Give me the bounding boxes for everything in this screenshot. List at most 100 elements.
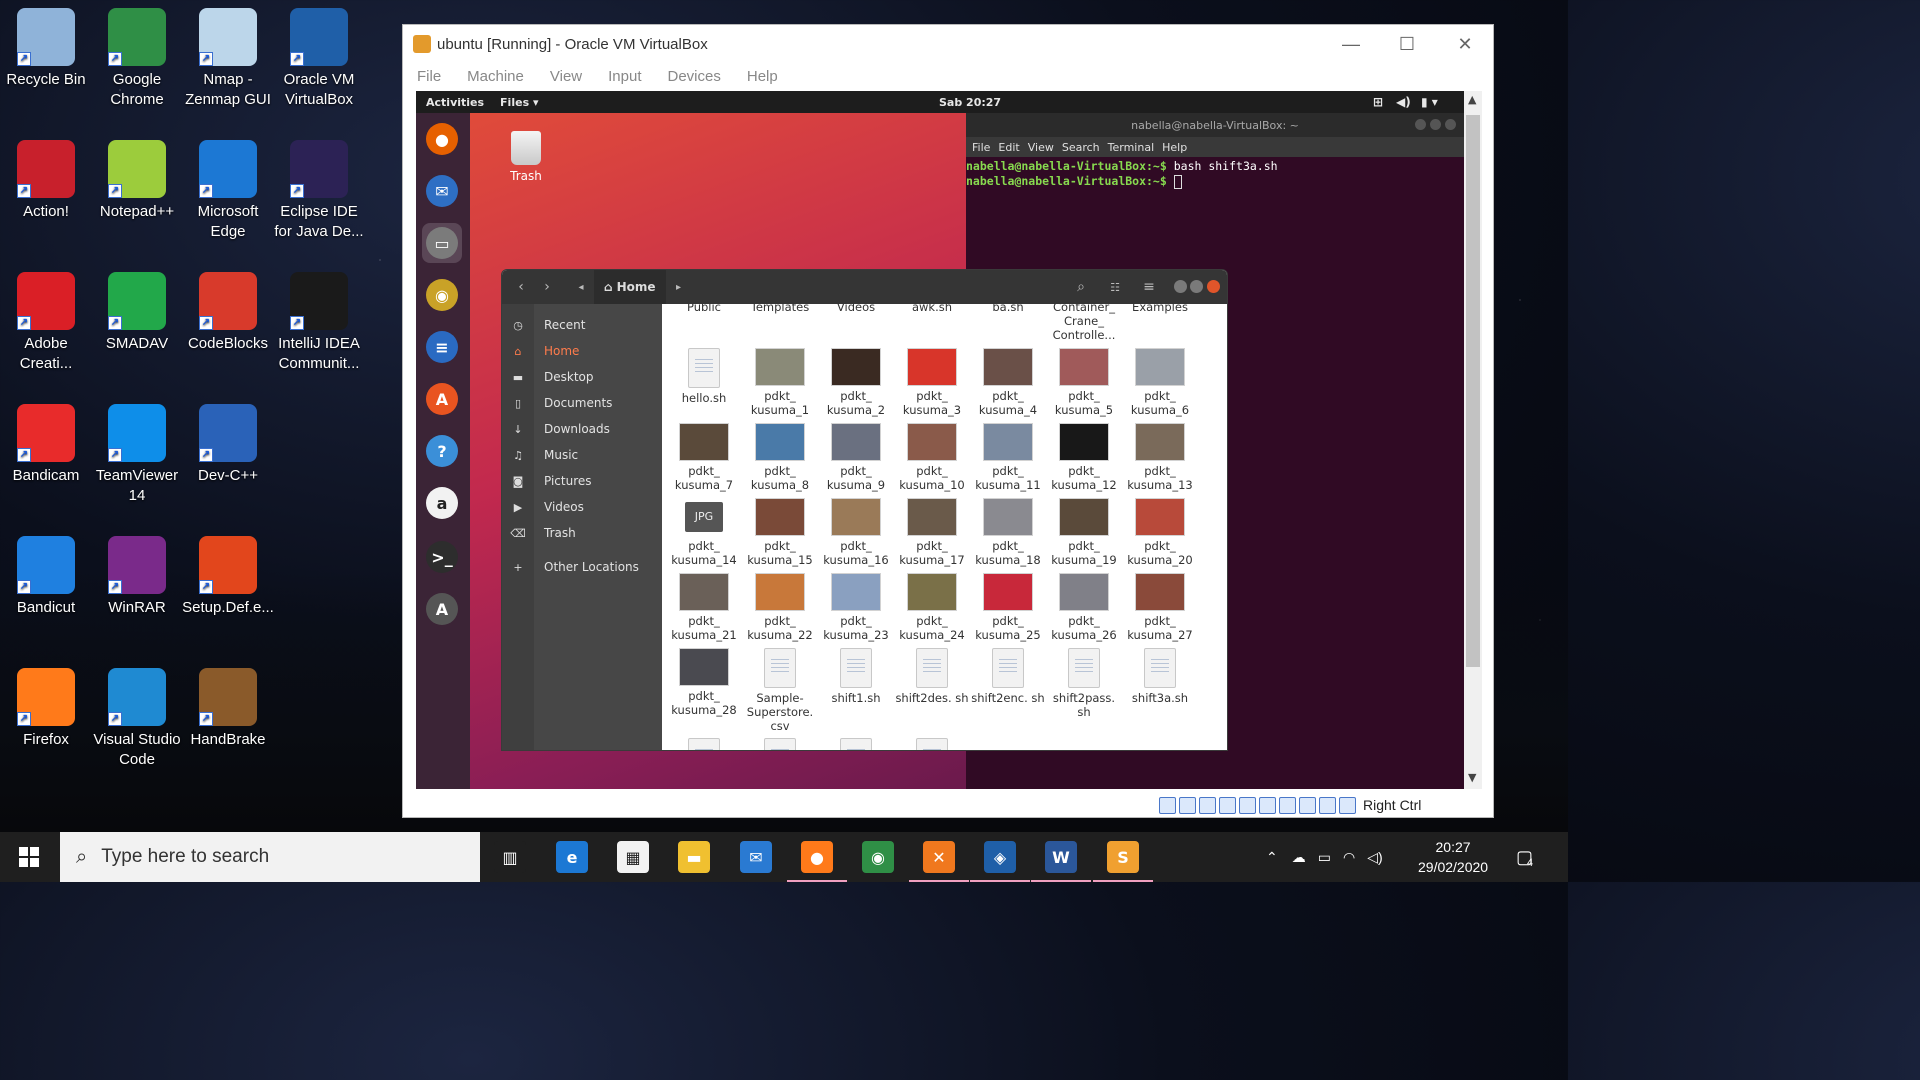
- terminal-titlebar[interactable]: nabella@nabella-VirtualBox: ~: [966, 113, 1464, 137]
- start-button[interactable]: [0, 832, 58, 882]
- activities-button[interactable]: Activities: [426, 96, 484, 109]
- image-file-item[interactable]: pdkt_ kusuma_6: [1122, 348, 1198, 417]
- keyboard-capture-icon[interactable]: [1339, 796, 1356, 814]
- folder-item[interactable]: Templates: [742, 304, 818, 314]
- image-file-item[interactable]: JPG pdkt_ kusuma_14: [666, 498, 742, 567]
- battery-icon[interactable]: ▭: [1318, 849, 1331, 866]
- scroll-up-icon[interactable]: ▲: [1468, 93, 1476, 106]
- desktop-icon[interactable]: ↗ IntelliJ IDEA Communit...: [273, 272, 365, 374]
- folder-item[interactable]: awk.sh: [894, 304, 970, 314]
- image-file-item[interactable]: pdkt_ kusuma_10: [894, 423, 970, 492]
- desktop-icon[interactable]: ↗ Adobe Creati...: [0, 272, 92, 374]
- image-file-item[interactable]: pdkt_ kusuma_20: [1122, 498, 1198, 567]
- scroll-down-icon[interactable]: ▼: [1468, 771, 1476, 784]
- dock-terminal-icon[interactable]: >_: [422, 537, 462, 577]
- terminal-output[interactable]: nabella@nabella-VirtualBox:~$ bash shift…: [966, 157, 1464, 189]
- image-file-item[interactable]: pdkt_ kusuma_25: [970, 573, 1046, 642]
- partial-file-item[interactable]: [742, 738, 818, 750]
- image-file-item[interactable]: pdkt_ kusuma_7: [666, 423, 742, 492]
- audio-icon[interactable]: [1179, 796, 1196, 814]
- terminal-menu-help[interactable]: Help: [1162, 141, 1187, 154]
- terminal-close-button[interactable]: [1445, 119, 1456, 130]
- image-file-item[interactable]: pdkt_ kusuma_9: [818, 423, 894, 492]
- taskbar-word-icon[interactable]: W: [1045, 841, 1077, 873]
- app-menu[interactable]: Files ▾: [500, 96, 538, 109]
- network-adapter-icon[interactable]: [1199, 796, 1216, 814]
- image-file-item[interactable]: pdkt_ kusuma_2: [818, 348, 894, 417]
- partial-file-item[interactable]: [666, 738, 742, 750]
- image-file-item[interactable]: pdkt_ kusuma_1: [742, 348, 818, 417]
- minimize-button[interactable]: —: [1323, 31, 1379, 57]
- menu-item-view[interactable]: View: [550, 68, 582, 85]
- image-file-item[interactable]: pdkt_ kusuma_8: [742, 423, 818, 492]
- desktop-icon[interactable]: ↗ TeamViewer 14: [91, 404, 183, 506]
- dock-firefox-icon[interactable]: ●: [422, 119, 462, 159]
- dock-files-icon[interactable]: ▭: [422, 223, 462, 263]
- image-file-item[interactable]: pdkt_ kusuma_23: [818, 573, 894, 642]
- image-file-item[interactable]: pdkt_ kusuma_26: [1046, 573, 1122, 642]
- terminal-minimize-button[interactable]: [1415, 119, 1426, 130]
- desktop-icon[interactable]: ↗ WinRAR: [91, 536, 183, 618]
- image-file-item[interactable]: pdkt_ kusuma_3: [894, 348, 970, 417]
- menu-icon[interactable]: ≡: [1136, 275, 1162, 299]
- script-file-item[interactable]: shift1.sh: [818, 648, 894, 705]
- script-file-item[interactable]: hello.sh: [666, 348, 742, 405]
- image-file-item[interactable]: pdkt_ kusuma_15: [742, 498, 818, 567]
- trash-desktop-icon[interactable]: Trash: [500, 131, 552, 183]
- image-file-item[interactable]: pdkt_ kusuma_5: [1046, 348, 1122, 417]
- path-left-button[interactable]: ◂: [568, 275, 594, 299]
- dock-rhythmbox-icon[interactable]: ◉: [422, 275, 462, 315]
- view-toggle-icon[interactable]: ☷: [1102, 275, 1128, 299]
- folder-item[interactable]: Container_ Crane_ Controlle...: [1046, 304, 1122, 342]
- taskbar-task-view-icon[interactable]: ▥: [494, 841, 526, 873]
- taskbar-mail-icon[interactable]: ✉: [740, 841, 772, 873]
- dock-updater-icon[interactable]: A: [422, 589, 462, 629]
- display-icon[interactable]: [1259, 796, 1276, 814]
- desktop-icon[interactable]: ↗ CodeBlocks: [182, 272, 274, 354]
- taskbar-clock[interactable]: 20:27 29/02/2020: [1418, 832, 1488, 882]
- mouse-integration-icon[interactable]: [1319, 796, 1336, 814]
- taskbar-firefox-icon[interactable]: ●: [801, 841, 833, 873]
- desktop-icon[interactable]: ↗ Bandicam: [0, 404, 92, 486]
- desktop-icon[interactable]: ↗ Oracle VM VirtualBox: [273, 8, 365, 110]
- desktop-icon[interactable]: ↗ Visual Studio Code: [91, 668, 183, 770]
- image-file-item[interactable]: pdkt_ kusuma_11: [970, 423, 1046, 492]
- vbox-scrollbar[interactable]: ▲ ▼: [1464, 91, 1482, 789]
- image-file-item[interactable]: pdkt_ kusuma_21: [666, 573, 742, 642]
- minimize-button[interactable]: [1174, 280, 1187, 293]
- menu-item-file[interactable]: File: [417, 68, 441, 85]
- desktop-icon[interactable]: ↗ Bandicut: [0, 536, 92, 618]
- close-button[interactable]: [1207, 280, 1220, 293]
- sidebar-item-music[interactable]: ♫ Music: [502, 442, 662, 468]
- terminal-menu-file[interactable]: File: [972, 141, 990, 154]
- optical-drive-icon[interactable]: [1159, 796, 1176, 814]
- dock-amazon-icon[interactable]: a: [422, 483, 462, 523]
- script-file-item[interactable]: shift2pass. sh: [1046, 648, 1122, 719]
- path-right-button[interactable]: ▸: [666, 275, 692, 299]
- desktop-icon[interactable]: ↗ Nmap - Zenmap GUI: [182, 8, 274, 110]
- sidebar-item-documents[interactable]: ▯ Documents: [502, 390, 662, 416]
- image-file-item[interactable]: pdkt_ kusuma_27: [1122, 573, 1198, 642]
- show-hidden-icons[interactable]: ⌃: [1266, 849, 1278, 866]
- image-file-item[interactable]: pdkt_ kusuma_17: [894, 498, 970, 567]
- volume-icon[interactable]: ◁): [1367, 849, 1382, 866]
- taskbar-edge-icon[interactable]: e: [556, 841, 588, 873]
- menu-item-help[interactable]: Help: [747, 68, 778, 85]
- back-button[interactable]: ‹: [508, 275, 534, 299]
- sidebar-item-videos[interactable]: ▶ Videos: [502, 494, 662, 520]
- folder-item[interactable]: Public: [666, 304, 742, 314]
- terminal-menu-search[interactable]: Search: [1062, 141, 1100, 154]
- desktop-icon[interactable]: ↗ SMADAV: [91, 272, 183, 354]
- maximize-button[interactable]: [1190, 280, 1203, 293]
- desktop-icon[interactable]: ↗ HandBrake: [182, 668, 274, 750]
- desktop-icon[interactable]: ↗ Action!: [0, 140, 92, 222]
- cpu-icon[interactable]: [1299, 796, 1316, 814]
- folder-item[interactable]: Videos: [818, 304, 894, 314]
- desktop-icon[interactable]: ↗ Setup.Def.e...: [182, 536, 274, 618]
- menu-item-machine[interactable]: Machine: [467, 68, 524, 85]
- window-titlebar[interactable]: ubuntu [Running] - Oracle VM VirtualBox …: [403, 25, 1493, 63]
- taskbar-search-box[interactable]: ⌕ Type here to search: [60, 832, 480, 882]
- image-file-item[interactable]: pdkt_ kusuma_18: [970, 498, 1046, 567]
- taskbar-sublime-icon[interactable]: S: [1107, 841, 1139, 873]
- image-file-item[interactable]: pdkt_ kusuma_16: [818, 498, 894, 567]
